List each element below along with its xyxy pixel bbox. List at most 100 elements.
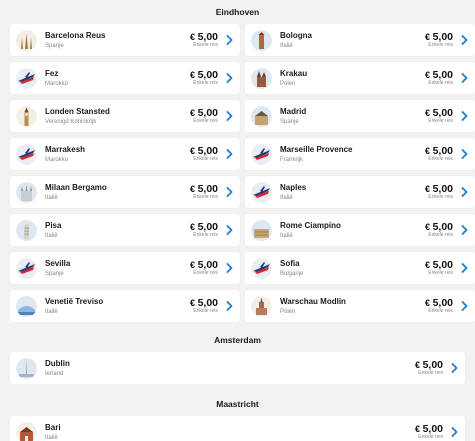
price-amount: 5,00	[197, 220, 218, 233]
price-amount: 5,00	[432, 258, 453, 271]
price-block: € 5,00 Enkele reis	[190, 106, 218, 125]
price-amount: 5,00	[432, 144, 453, 157]
destination-card[interactable]: Barcelona Reus Spanje € 5,00 Enkele reis	[10, 24, 240, 56]
chevron-right-icon[interactable]	[225, 224, 233, 236]
price-currency: €	[425, 221, 431, 232]
destination-city: Sofia	[280, 258, 300, 268]
destination-country: Marokko	[45, 156, 69, 163]
destination-card[interactable]: Rome Ciampino Italië € 5,00 Enkele reis	[245, 214, 475, 246]
chevron-right-icon[interactable]	[460, 72, 468, 84]
destination-country: Italië	[45, 232, 58, 239]
price-block: € 5,00 Enkele reis	[190, 296, 218, 315]
destination-city: Pisa	[45, 220, 62, 230]
destination-card[interactable]: Londen Stansted Verenigd Koninkrijk € 5,…	[10, 100, 240, 132]
destination-card[interactable]: Bologna Italië € 5,00 Enkele reis	[245, 24, 475, 56]
destination-country: Polen	[280, 80, 296, 87]
destination-card[interactable]: Sevilla Spanje € 5,00 Enkele reis	[10, 252, 240, 284]
price-block: € 5,00 Enkele reis	[425, 106, 453, 125]
destination-info: Venetië Treviso Italië	[45, 297, 190, 316]
price-block: € 5,00 Enkele reis	[425, 183, 453, 201]
fare-type: Enkele reis	[418, 369, 443, 376]
chevron-right-icon[interactable]	[225, 110, 233, 122]
chevron-right-icon[interactable]	[225, 262, 233, 274]
fare-type: Enkele reis	[193, 231, 218, 238]
destination-country: Spanje	[45, 270, 64, 277]
chevron-right-icon[interactable]	[450, 362, 458, 374]
chevron-right-icon[interactable]	[450, 426, 458, 438]
big-ben-icon	[16, 105, 37, 127]
destination-card[interactable]: Dublin Ierland € 5,00 Enkele reis	[10, 352, 465, 384]
section-title: Amsterdam	[214, 335, 261, 345]
destination-info: Bologna Italië	[280, 31, 425, 50]
chevron-right-icon[interactable]	[460, 110, 468, 122]
price-block: € 5,00 Enkele reis	[190, 220, 218, 239]
fare-type: Enkele reis	[193, 269, 218, 276]
destination-card[interactable]: Warschau Modlin Polen € 5,00 Enkele reis	[245, 290, 475, 322]
page: Eindhoven Barcelona Reus Spanje € 5,00 E…	[0, 0, 475, 441]
chevron-right-icon[interactable]	[225, 300, 233, 312]
price-amount: 5,00	[197, 182, 218, 195]
chevron-right-icon[interactable]	[225, 148, 233, 160]
chevron-right-icon[interactable]	[460, 186, 468, 198]
price: € 5,00	[190, 106, 218, 119]
fare-type: Enkele reis	[193, 155, 218, 162]
destination-card[interactable]: Marrakesh Marokko € 5,00 Enkele reis	[10, 138, 240, 170]
chevron-right-icon[interactable]	[460, 262, 468, 274]
price: € 5,00	[425, 106, 453, 119]
price-block: € 5,00 Enkele reis	[425, 69, 453, 87]
price-currency: €	[190, 221, 196, 232]
fare-type: Enkele reis	[428, 41, 453, 48]
price-amount: 5,00	[422, 358, 443, 371]
destination-country: Ierland	[45, 370, 64, 377]
destination-city: Naples	[280, 182, 307, 192]
destination-card[interactable]: Venetië Treviso Italië € 5,00 Enkele rei…	[10, 290, 240, 322]
chevron-right-icon[interactable]	[460, 224, 468, 236]
destination-card[interactable]: Sofia Bulgarije € 5,00 Enkele reis	[245, 252, 475, 284]
chevron-right-icon[interactable]	[225, 34, 233, 46]
destination-country: Spanje	[280, 118, 299, 125]
price-currency: €	[190, 297, 196, 308]
chevron-right-icon[interactable]	[460, 300, 468, 312]
price: € 5,00	[190, 69, 218, 80]
fare-type: Enkele reis	[428, 155, 453, 162]
destination-card[interactable]: Krakau Polen € 5,00 Enkele reis	[245, 62, 475, 94]
destination-card[interactable]: Naples Italië € 5,00 Enkele reis	[245, 176, 475, 208]
destination-card[interactable]: Fez Marokko € 5,00 Enkele reis	[10, 62, 240, 94]
chevron-right-icon[interactable]	[225, 186, 233, 198]
destination-info: Krakau Polen	[280, 69, 425, 88]
price: € 5,00	[415, 358, 443, 371]
destination-card[interactable]: Madrid Spanje € 5,00 Enkele reis	[245, 100, 475, 132]
destination-info: Marseille Provence Frankrijk	[280, 145, 425, 164]
price-block: € 5,00 Enkele reis	[425, 221, 453, 239]
destination-info: Rome Ciampino Italië	[280, 221, 425, 240]
price-amount: 5,00	[432, 296, 453, 309]
price-amount: 5,00	[197, 296, 218, 309]
destination-country: Polen	[280, 308, 296, 315]
destination-city: Rome Ciampino	[280, 220, 341, 230]
price-block: € 5,00 Enkele reis	[190, 182, 218, 201]
chevron-right-icon[interactable]	[225, 72, 233, 84]
price-block: € 5,00 Enkele reis	[425, 296, 453, 315]
destination-city: Warschau Modlin	[280, 296, 346, 306]
airplane-flag-icon	[251, 181, 272, 203]
price-block: € 5,00 Enkele reis	[190, 31, 218, 49]
destination-card[interactable]: Pisa Italië € 5,00 Enkele reis	[10, 214, 240, 246]
destination-city: Sevilla	[45, 258, 71, 268]
chevron-right-icon[interactable]	[460, 148, 468, 160]
fare-type: Enkele reis	[193, 79, 218, 86]
chevron-right-icon[interactable]	[460, 34, 468, 46]
price: € 5,00	[425, 183, 453, 194]
price-amount: 5,00	[432, 106, 453, 119]
price-amount: 5,00	[197, 106, 218, 119]
destination-card[interactable]: Bari Italië € 5,00 Enkele reis	[10, 416, 465, 441]
airplane-flag-icon	[251, 257, 272, 279]
section-eindhoven: Eindhoven Barcelona Reus Spanje € 5,00 E…	[0, 6, 475, 322]
bridge-icon	[16, 295, 37, 317]
destination-info: Bari Italië	[45, 423, 415, 441]
price-currency: €	[190, 107, 196, 118]
colosseum-icon	[251, 219, 272, 241]
destination-card[interactable]: Marseille Provence Frankrijk € 5,00 Enke…	[245, 138, 475, 170]
destination-card[interactable]: Milaan Bergamo Italië € 5,00 Enkele reis	[10, 176, 240, 208]
price-currency: €	[415, 359, 421, 370]
destination-info: Naples Italië	[280, 183, 425, 202]
